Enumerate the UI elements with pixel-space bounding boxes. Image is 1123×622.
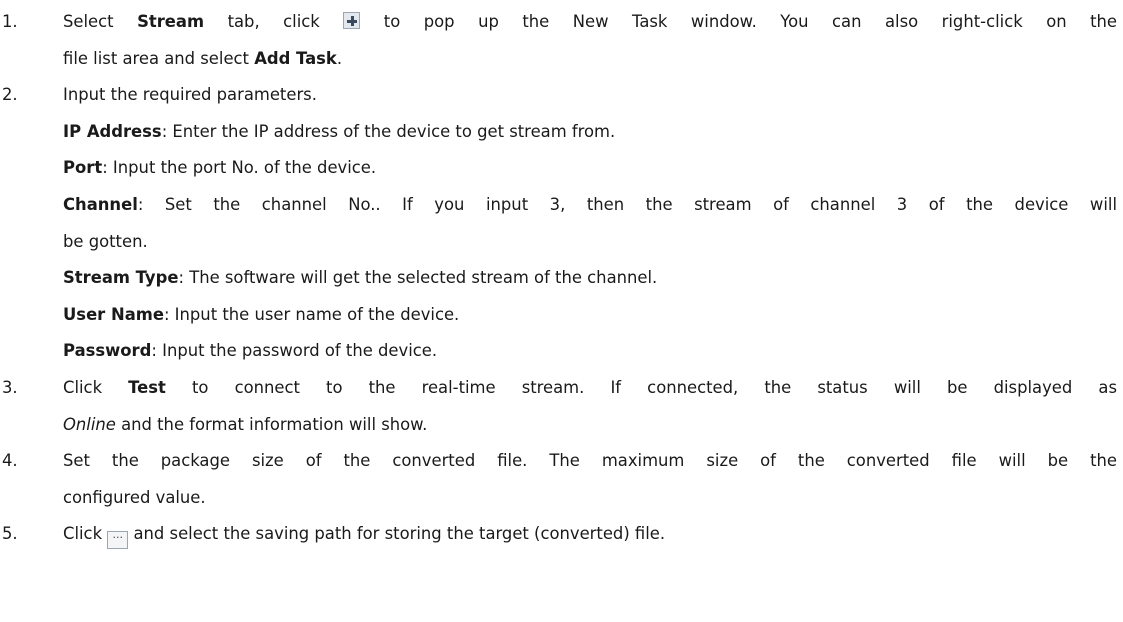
param-desc: : Input the password of the device.: [151, 341, 438, 361]
step-text: Click ··· and select the saving path for…: [63, 520, 665, 550]
param-term: User Name: [63, 304, 164, 324]
param-channel-continued: be gotten.: [0, 228, 1123, 265]
param-term: Password: [63, 341, 152, 361]
param-term: Stream Type: [63, 268, 179, 288]
stream-tab-label: Stream: [137, 12, 205, 31]
step-text: Set the package size of the converted fi…: [63, 451, 1117, 471]
param-desc: : The software will get the selected str…: [178, 268, 658, 288]
param-ip-address: IP Address: Enter the IP address of the …: [0, 118, 1123, 155]
step-5: 5. Click ··· and select the saving path …: [0, 520, 1123, 557]
step-text: Select Stream tab, click to pop up the N…: [63, 12, 1118, 31]
param-user-name: User Name: Input the user name of the de…: [0, 301, 1123, 338]
param-desc: : Set the channel No.. If you input 3, t…: [137, 194, 1117, 214]
param-desc: : Input the user name of the device.: [163, 304, 460, 324]
online-status-label: Online: [63, 414, 116, 434]
param-port: Port: Input the port No. of the device.: [0, 154, 1123, 191]
step-1: 1. Select Stream tab, click to pop up th…: [0, 8, 1123, 45]
param-desc: : Enter the IP address of the device to …: [161, 121, 616, 141]
param-desc: be gotten.: [63, 231, 148, 251]
step-number: 2.: [2, 85, 18, 105]
step-text: file list area and select Add Task.: [63, 48, 343, 68]
test-label: Test: [128, 377, 166, 397]
step-3: 3. Click Test to connect to the real-tim…: [0, 374, 1123, 411]
step-number: 4.: [2, 451, 18, 471]
step-2: 2. Input the required parameters.: [0, 81, 1123, 118]
step-text: Input the required parameters.: [63, 85, 317, 105]
param-password: Password: Input the password of the devi…: [0, 337, 1123, 374]
param-term: IP Address: [63, 121, 162, 141]
param-channel: Channel: Set the channel No.. If you inp…: [0, 191, 1123, 228]
add-task-label: Add Task: [254, 48, 337, 68]
step-text: Click Test to connect to the real-time s…: [63, 377, 1117, 397]
step-4: 4. Set the package size of the converted…: [0, 447, 1123, 484]
step-text: configured value.: [63, 487, 206, 507]
param-desc: : Input the port No. of the device.: [102, 158, 377, 178]
plus-icon: [343, 12, 361, 29]
more-icon: ···: [107, 531, 129, 550]
instruction-list: 1. Select Stream tab, click to pop up th…: [0, 0, 1123, 557]
param-term: Port: [63, 158, 103, 178]
step-1-continued: file list area and select Add Task.: [0, 45, 1123, 82]
step-text: Online and the format information will s…: [63, 414, 428, 434]
step-number: 1.: [2, 12, 18, 31]
step-4-continued: configured value.: [0, 484, 1123, 521]
param-term: Channel: [63, 194, 138, 214]
param-stream-type: Stream Type: The software will get the s…: [0, 264, 1123, 301]
step-3-continued: Online and the format information will s…: [0, 411, 1123, 448]
step-number: 5.: [2, 524, 18, 544]
step-number: 3.: [2, 377, 18, 397]
